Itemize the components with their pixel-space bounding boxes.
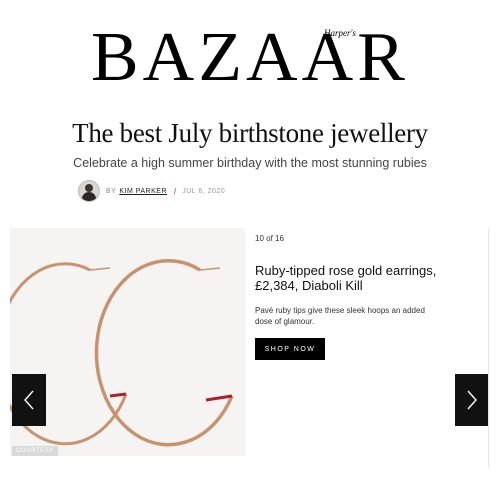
gallery-slide: COURTESY 10 of 16 Ruby-tipped rose gold …: [10, 228, 490, 468]
author-link[interactable]: KIM PARKER: [119, 188, 167, 195]
slide-description: Pavé ruby tips give these sleek hoops an…: [255, 306, 425, 326]
article-subheadline: Celebrate a high summer birthday with th…: [73, 156, 427, 170]
byline-by: BY: [106, 187, 117, 195]
chevron-left-icon: [24, 390, 34, 410]
byline: BY KIM PARKER / JUL 6, 2020: [78, 180, 225, 202]
site-logo-prefix: Harper's: [324, 28, 356, 38]
masthead: BAZAAR Harper's: [0, 18, 500, 98]
byline-separator: /: [174, 186, 177, 196]
image-credit: COURTESY: [12, 446, 59, 456]
site-logo[interactable]: BAZAAR: [0, 18, 500, 98]
prev-slide-button[interactable]: [12, 374, 46, 426]
slide-divider: [488, 228, 489, 468]
next-slide-button[interactable]: [455, 374, 489, 426]
shop-now-button[interactable]: SHOP NOW: [255, 338, 325, 360]
slide-title: Ruby-tipped rose gold earrings, £2,384, …: [255, 263, 437, 293]
publish-date: JUL 6, 2020: [182, 187, 226, 195]
chevron-right-icon: [467, 390, 477, 410]
author-avatar[interactable]: [78, 180, 100, 202]
article-headline: The best July birthstone jewellery: [72, 118, 428, 148]
slide-counter: 10 of 16: [255, 234, 284, 243]
